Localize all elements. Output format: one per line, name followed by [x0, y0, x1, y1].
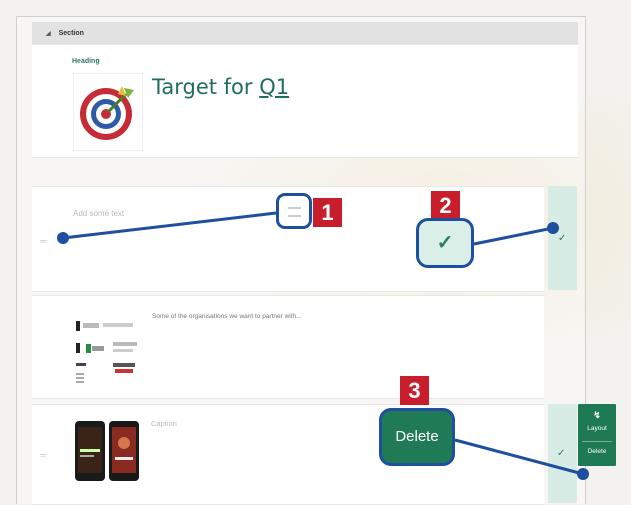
- zoomed-delete-button: Delete: [379, 408, 455, 466]
- drag-handle-icon: [288, 207, 301, 217]
- screenshot-canvas: ◢ Section Heading Target for Q1 Add some…: [0, 0, 631, 505]
- zoomed-check-button: ✓: [416, 218, 474, 268]
- callout-number-1: 1: [313, 198, 342, 227]
- callout-connector-lines: [57, 211, 589, 480]
- callout-number-2: 2: [431, 191, 460, 220]
- zoomed-drag-handle: [276, 193, 312, 229]
- callout-number-3: 3: [400, 376, 429, 405]
